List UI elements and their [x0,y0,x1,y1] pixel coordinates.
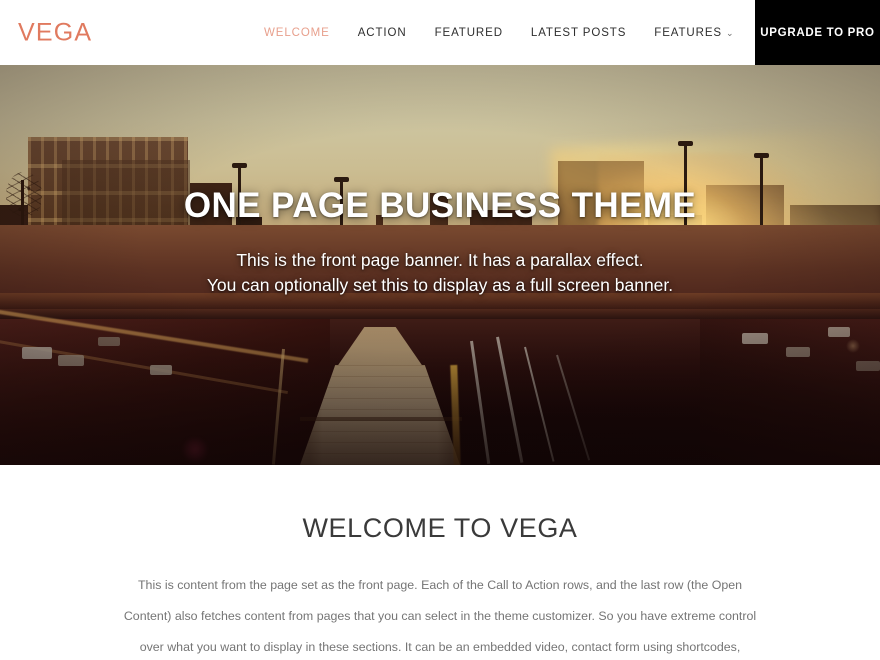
site-header: VEGA WELCOME ACTION FEATURED LATEST POST… [0,0,880,65]
nav-item-action[interactable]: ACTION [344,27,421,39]
nav-item-label: WELCOME [264,26,330,39]
hero-subtitle-line-2: You can optionally set this to display a… [206,275,674,295]
upgrade-to-pro-label: UPGRADE TO PRO [760,26,875,39]
site-logo[interactable]: VEGA [18,18,92,47]
nav-item-label: FEATURED [434,26,503,39]
nav-item-featured[interactable]: FEATURED [421,27,517,39]
hero-banner: ONE PAGE BUSINESS THEME This is the fron… [0,65,880,465]
nav-item-label: ACTION [357,26,407,39]
welcome-paragraph: This is content from the page set as the… [123,578,757,655]
nav-item-label: LATEST POSTS [530,26,627,39]
nav-item-features[interactable]: FEATURES ⌄ [640,27,748,39]
hero-content: ONE PAGE BUSINESS THEME This is the fron… [0,65,880,465]
nav-item-welcome[interactable]: WELCOME [250,27,344,39]
nav-item-label: FEATURES [654,26,722,39]
chevron-down-icon: ⌄ [725,28,735,38]
hero-title: ONE PAGE BUSINESS THEME [183,186,697,226]
nav-item-latest-posts[interactable]: LATEST POSTS [517,27,640,39]
hero-subtitle-line-1: This is the front page banner. It has a … [236,250,644,271]
welcome-heading: WELCOME TO VEGA [302,513,578,543]
welcome-section: WELCOME TO VEGA This is content from the… [0,465,880,660]
upgrade-to-pro-button[interactable]: UPGRADE TO PRO [755,0,880,65]
